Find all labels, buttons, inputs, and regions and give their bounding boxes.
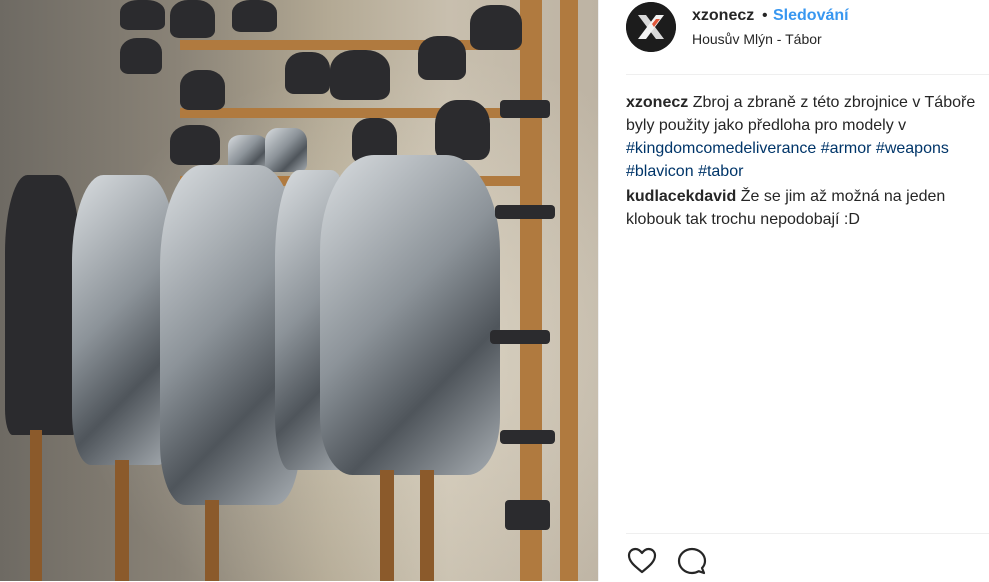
comment-item: xzonecz Zbroj a zbraně z této zbrojnice … (626, 91, 986, 183)
avatar[interactable] (626, 2, 676, 52)
rack-post (520, 0, 542, 581)
armor-stand (30, 430, 42, 581)
armor-suit (5, 175, 80, 435)
heart-icon[interactable] (626, 545, 658, 577)
comment-author[interactable]: xzonecz (626, 94, 688, 111)
helmet (232, 0, 277, 32)
helmet (265, 128, 307, 172)
rack-post (560, 0, 578, 581)
comment-author[interactable]: kudlacekdavid (626, 188, 736, 205)
weapon (500, 430, 555, 444)
post-image[interactable] (0, 0, 598, 581)
helmet (285, 52, 330, 94)
weapon (500, 100, 550, 118)
comments-list: xzonecz Zbroj a zbraně z této zbrojnice … (626, 91, 986, 233)
helmet (330, 50, 390, 100)
armor-suit (320, 155, 500, 475)
helmet (470, 5, 522, 50)
hashtag-link[interactable]: #armor (821, 140, 872, 157)
post-header: xzonecz • Sledování Housův Mlýn - Tábor (626, 0, 989, 74)
helmet (180, 70, 225, 110)
weapon (490, 330, 550, 344)
armor-stand (420, 470, 434, 581)
post-location[interactable]: Housův Mlýn - Tábor (692, 31, 822, 47)
hashtag-link[interactable]: #blavicon (626, 163, 694, 180)
armor-stand (205, 500, 219, 581)
hashtag-link[interactable]: #kingdomcomedeliverance (626, 140, 816, 157)
xzone-logo-icon (626, 2, 676, 52)
armor-stand (115, 460, 129, 581)
helmet (170, 125, 220, 165)
hashtag-link[interactable]: #weapons (876, 140, 949, 157)
header-divider (626, 74, 989, 75)
panel-divider (598, 0, 599, 581)
separator-dot: • (762, 7, 768, 24)
comment-item: kudlacekdavid Že se jim až možná na jede… (626, 185, 986, 231)
follow-button[interactable]: Sledování (773, 7, 849, 25)
actions-divider (626, 533, 989, 534)
comment-icon[interactable] (676, 545, 708, 577)
post-username[interactable]: xzonecz (692, 7, 754, 25)
helmet (170, 0, 215, 38)
armor-stand (380, 470, 394, 581)
weapon (495, 205, 555, 219)
helmet (120, 38, 162, 74)
hashtag-link[interactable]: #tabor (698, 163, 743, 180)
weapon (505, 500, 550, 530)
helmet (120, 0, 165, 30)
helmet (435, 100, 490, 160)
helmet (418, 36, 466, 80)
